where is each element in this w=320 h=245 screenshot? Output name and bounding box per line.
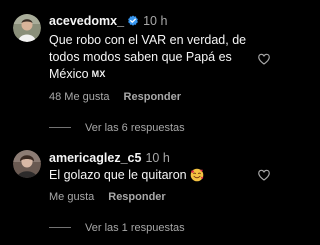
comment-text: Que robo con el VAR en verdad, de todos … <box>49 32 246 83</box>
comment-item: americaglez_c5 10 h El golazo que le quit… <box>0 140 307 245</box>
comment-header: americaglez_c5 10 h <box>49 151 170 166</box>
view-replies-button[interactable]: Ver las 6 respuestas <box>49 122 185 135</box>
avatar[interactable] <box>13 150 41 178</box>
comment-text-segment: México <box>49 67 89 81</box>
likes-count[interactable]: 48 Me gusta <box>49 91 110 103</box>
like-button[interactable]: Me gusta <box>49 191 94 203</box>
divider-line <box>49 227 71 228</box>
smiling-face-with-hearts-icon <box>190 168 204 187</box>
verified-badge-icon <box>127 15 139 31</box>
comment-text-line: todos modos saben que Papá es <box>49 50 232 64</box>
flag-mx-icon: MX <box>91 69 106 79</box>
comment-time: 10 h <box>143 14 168 28</box>
comment-meta: 48 Me gusta Responder <box>49 91 181 104</box>
avatar[interactable] <box>13 14 41 42</box>
comment-time: 10 h <box>145 151 170 165</box>
comment-text-line: México MX <box>49 66 246 83</box>
divider-line <box>49 127 71 128</box>
reply-button[interactable]: Responder <box>108 191 165 203</box>
comment-item: acevedomx_ 10 h Que robo con el VAR en ve… <box>0 0 307 140</box>
heart-outline-icon[interactable] <box>257 168 271 182</box>
heart-outline-icon[interactable] <box>257 52 271 66</box>
view-replies-button[interactable]: Ver las 1 respuestas <box>49 222 185 235</box>
username[interactable]: acevedomx_ <box>49 14 124 28</box>
comment-header: acevedomx_ 10 h <box>49 14 167 31</box>
reply-button[interactable]: Responder <box>124 91 181 103</box>
comment-text: El golazo que le quitaron <box>49 167 204 187</box>
view-replies-label: Ver las 1 respuestas <box>85 222 185 234</box>
comment-text-line: El golazo que le quitaron <box>49 168 187 182</box>
view-replies-label: Ver las 6 respuestas <box>85 122 185 134</box>
username[interactable]: americaglez_c5 <box>49 151 141 165</box>
comment-meta: Me gusta Responder <box>49 191 166 204</box>
comment-text-line: Que robo con el VAR en verdad, de <box>49 33 247 47</box>
